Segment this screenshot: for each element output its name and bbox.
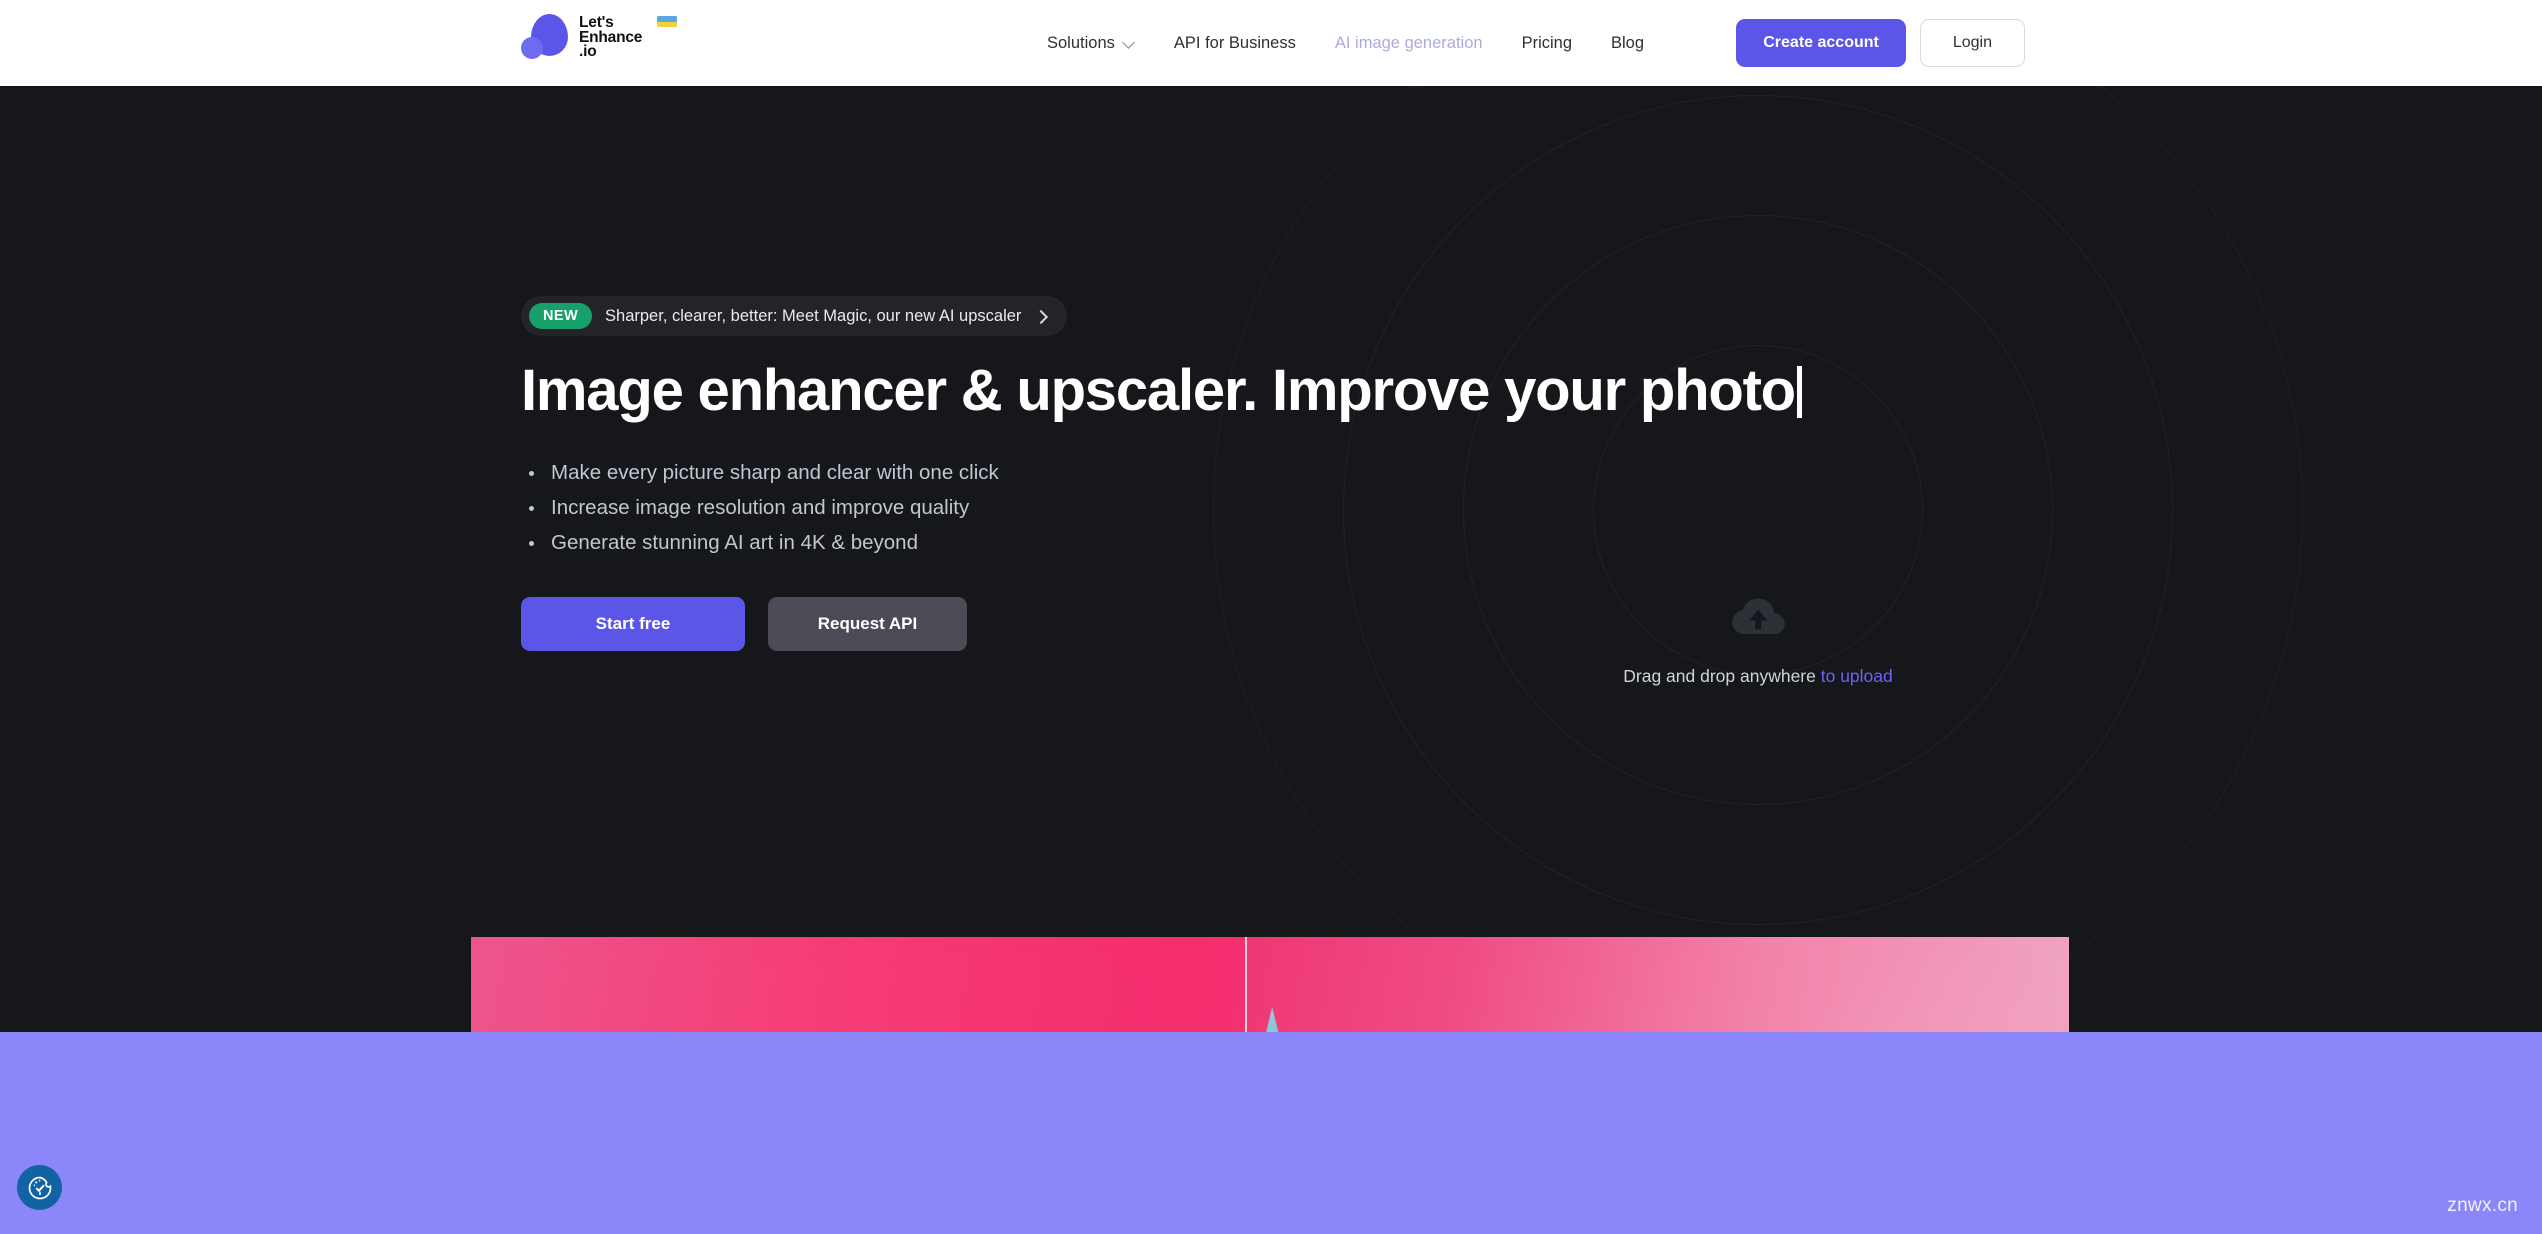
logo-wordmark: Let's Enhance .io (579, 15, 677, 61)
before-image (471, 937, 1245, 1032)
hero-section: NEW Sharper, clearer, better: Meet Magic… (0, 86, 2542, 1032)
chevron-right-icon (1036, 311, 1047, 322)
watermark: znwx.cn (2447, 1195, 2518, 1216)
site-header: Let's Enhance .io Solutions API for Busi… (0, 0, 2542, 86)
nav-label: API for Business (1173, 33, 1296, 52)
main-nav: Solutions API for Business AI image gene… (1047, 0, 1683, 86)
announcement-banner[interactable]: NEW Sharper, clearer, better: Meet Magic… (521, 296, 1068, 336)
nav-item-ai-image-generation[interactable]: AI image generation (1335, 34, 1483, 53)
login-button[interactable]: Login (1919, 19, 2025, 67)
hero-content: NEW Sharper, clearer, better: Meet Magic… (521, 296, 1802, 651)
start-free-button[interactable]: Start free (521, 596, 745, 651)
logo-mark-icon (521, 14, 568, 61)
upload-dropzone[interactable]: Drag and drop anywhere to upload (1623, 596, 1893, 687)
typing-caret (1796, 366, 1802, 418)
dropzone-text: Drag and drop anywhere to upload (1623, 666, 1893, 687)
nav-label: Blog (1611, 33, 1645, 52)
upload-link[interactable]: to upload (1821, 666, 1893, 686)
cookie-check-icon (28, 1176, 51, 1199)
headline-text: Image enhancer & upscaler. Improve your … (521, 358, 1796, 423)
before-after-comparison[interactable] (471, 937, 2069, 1032)
feature-list: Make every picture sharp and clear with … (521, 455, 1581, 560)
nav-label: AI image generation (1334, 33, 1483, 52)
chevron-down-icon (1123, 36, 1135, 48)
list-item: Make every picture sharp and clear with … (521, 455, 1581, 490)
footer-band: znwx.cn (0, 1032, 2542, 1234)
request-api-button[interactable]: Request API (768, 596, 967, 651)
create-account-button[interactable]: Create account (1736, 19, 1906, 67)
comparison-slider-handle[interactable] (1245, 937, 1247, 1032)
nav-item-api-for-business[interactable]: API for Business (1174, 34, 1296, 53)
nav-label: Pricing (1521, 33, 1572, 52)
list-item: Increase image resolution and improve qu… (521, 490, 1581, 525)
nav-item-blog[interactable]: Blog (1611, 34, 1644, 53)
new-badge: NEW (529, 303, 593, 329)
accessibility-widget-button[interactable] (17, 1165, 62, 1210)
dropzone-label: Drag and drop anywhere (1623, 666, 1821, 686)
list-item: Generate stunning AI art in 4K & beyond (521, 525, 1581, 560)
nav-label: Solutions (1047, 33, 1115, 52)
header-actions: Create account Login (1736, 0, 2025, 86)
page-title: Image enhancer & upscaler. Improve your … (521, 359, 1802, 423)
announcement-text: Sharper, clearer, better: Meet Magic, ou… (605, 306, 1022, 325)
cloud-upload-icon (1729, 596, 1787, 636)
logo-line-3: .io (579, 43, 597, 61)
ukraine-flag-icon (657, 16, 677, 28)
cta-row: Start free Request API (521, 596, 1581, 651)
nav-item-solutions[interactable]: Solutions (1047, 34, 1135, 53)
nav-item-pricing[interactable]: Pricing (1522, 34, 1572, 53)
site-logo[interactable]: Let's Enhance .io (521, 14, 677, 61)
